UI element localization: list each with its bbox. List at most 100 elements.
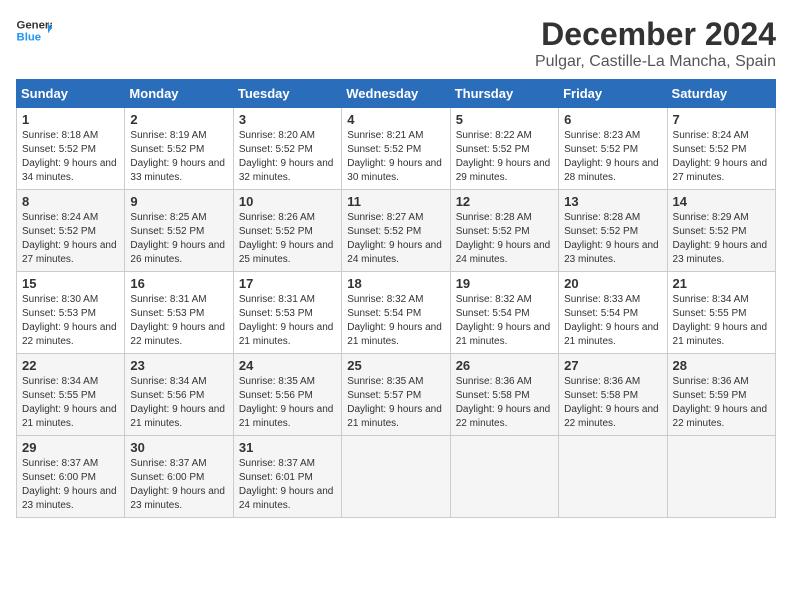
day-number: 8 [22, 194, 119, 209]
logo: General Blue [16, 16, 52, 44]
table-row: 21 Sunrise: 8:34 AMSunset: 5:55 PMDayligh… [667, 272, 775, 354]
col-saturday: Saturday [667, 80, 775, 108]
table-row: 17 Sunrise: 8:31 AMSunset: 5:53 PMDayligh… [233, 272, 341, 354]
day-number: 5 [456, 112, 553, 127]
table-row: 20Sunrise: 8:33 AMSunset: 5:54 PMDayligh… [559, 272, 667, 354]
table-row [559, 436, 667, 518]
table-row: 2 Sunrise: 8:19 AMSunset: 5:52 PMDaylight… [125, 108, 233, 190]
day-number: 17 [239, 276, 336, 291]
col-tuesday: Tuesday [233, 80, 341, 108]
day-number: 23 [130, 358, 227, 373]
day-number: 1 [22, 112, 119, 127]
day-info: Sunrise: 8:27 AMSunset: 5:52 PMDaylight:… [347, 211, 444, 267]
table-row [450, 436, 558, 518]
table-row: 30 Sunrise: 8:37 AMSunset: 6:00 PMDayligh… [125, 436, 233, 518]
table-row: 12 Sunrise: 8:28 AMSunset: 5:52 PMDayligh… [450, 190, 558, 272]
day-info: Sunrise: 8:34 AMSunset: 5:55 PMDaylight:… [673, 293, 770, 349]
calendar-week-row: 8 Sunrise: 8:24 AMSunset: 5:52 PMDaylight… [17, 190, 776, 272]
day-info: Sunrise: 8:35 AMSunset: 5:56 PMDaylight:… [239, 375, 336, 431]
table-row: 13 Sunrise: 8:28 AMSunset: 5:52 PMDayligh… [559, 190, 667, 272]
day-info: Sunrise: 8:20 AMSunset: 5:52 PMDaylight:… [239, 129, 336, 185]
day-info: Sunrise: 8:35 AMSunset: 5:57 PMDaylight:… [347, 375, 444, 431]
day-number: 16 [130, 276, 227, 291]
table-row: 1 Sunrise: 8:18 AMSunset: 5:52 PMDaylight… [17, 108, 125, 190]
table-row: 6Sunrise: 8:23 AMSunset: 5:52 PMDaylight… [559, 108, 667, 190]
calendar-table: Sunday Monday Tuesday Wednesday Thursday… [16, 79, 776, 518]
day-number: 18 [347, 276, 444, 291]
table-row: 29Sunrise: 8:37 AMSunset: 6:00 PMDayligh… [17, 436, 125, 518]
day-info: Sunrise: 8:24 AMSunset: 5:52 PMDaylight:… [673, 129, 770, 185]
day-info: Sunrise: 8:34 AMSunset: 5:55 PMDaylight:… [22, 375, 119, 431]
day-info: Sunrise: 8:25 AMSunset: 5:52 PMDaylight:… [130, 211, 227, 267]
table-row: 14Sunrise: 8:29 AMSunset: 5:52 PMDayligh… [667, 190, 775, 272]
day-info: Sunrise: 8:37 AMSunset: 6:00 PMDaylight:… [130, 457, 227, 513]
table-row: 15 Sunrise: 8:30 AMSunset: 5:53 PMDayligh… [17, 272, 125, 354]
table-row: 23 Sunrise: 8:34 AMSunset: 5:56 PMDayligh… [125, 354, 233, 436]
day-number: 21 [673, 276, 770, 291]
day-info: Sunrise: 8:21 AMSunset: 5:52 PMDaylight:… [347, 129, 444, 185]
table-row: 11 Sunrise: 8:27 AMSunset: 5:52 PMDayligh… [342, 190, 450, 272]
day-number: 4 [347, 112, 444, 127]
day-number: 3 [239, 112, 336, 127]
table-row: 24 Sunrise: 8:35 AMSunset: 5:56 PMDayligh… [233, 354, 341, 436]
day-info: Sunrise: 8:33 AMSunset: 5:54 PMDaylight:… [564, 293, 661, 349]
table-row: 4 Sunrise: 8:21 AMSunset: 5:52 PMDaylight… [342, 108, 450, 190]
day-info: Sunrise: 8:24 AMSunset: 5:52 PMDaylight:… [22, 211, 119, 267]
table-row: 8 Sunrise: 8:24 AMSunset: 5:52 PMDaylight… [17, 190, 125, 272]
day-info: Sunrise: 8:19 AMSunset: 5:52 PMDaylight:… [130, 129, 227, 185]
day-info: Sunrise: 8:32 AMSunset: 5:54 PMDaylight:… [456, 293, 553, 349]
day-number: 24 [239, 358, 336, 373]
day-number: 31 [239, 440, 336, 455]
logo-icon: General Blue [16, 16, 52, 44]
table-row: 28 Sunrise: 8:36 AMSunset: 5:59 PMDayligh… [667, 354, 775, 436]
table-row: 16 Sunrise: 8:31 AMSunset: 5:53 PMDayligh… [125, 272, 233, 354]
svg-text:Blue: Blue [17, 32, 42, 44]
day-info: Sunrise: 8:37 AMSunset: 6:01 PMDaylight:… [239, 457, 336, 513]
table-row: 22 Sunrise: 8:34 AMSunset: 5:55 PMDayligh… [17, 354, 125, 436]
day-number: 10 [239, 194, 336, 209]
day-number: 2 [130, 112, 227, 127]
day-number: 30 [130, 440, 227, 455]
day-info: Sunrise: 8:31 AMSunset: 5:53 PMDaylight:… [130, 293, 227, 349]
day-number: 9 [130, 194, 227, 209]
day-number: 26 [456, 358, 553, 373]
day-info: Sunrise: 8:34 AMSunset: 5:56 PMDaylight:… [130, 375, 227, 431]
day-info: Sunrise: 8:36 AMSunset: 5:58 PMDaylight:… [456, 375, 553, 431]
table-row: 18 Sunrise: 8:32 AMSunset: 5:54 PMDayligh… [342, 272, 450, 354]
day-info: Sunrise: 8:32 AMSunset: 5:54 PMDaylight:… [347, 293, 444, 349]
day-number: 29 [22, 440, 119, 455]
day-number: 13 [564, 194, 661, 209]
day-info: Sunrise: 8:36 AMSunset: 5:58 PMDaylight:… [564, 375, 661, 431]
day-info: Sunrise: 8:18 AMSunset: 5:52 PMDaylight:… [22, 129, 119, 185]
calendar-header-row: Sunday Monday Tuesday Wednesday Thursday… [17, 80, 776, 108]
day-number: 11 [347, 194, 444, 209]
day-info: Sunrise: 8:28 AMSunset: 5:52 PMDaylight:… [564, 211, 661, 267]
table-row: 27Sunrise: 8:36 AMSunset: 5:58 PMDayligh… [559, 354, 667, 436]
calendar-week-row: 22 Sunrise: 8:34 AMSunset: 5:55 PMDayligh… [17, 354, 776, 436]
day-info: Sunrise: 8:28 AMSunset: 5:52 PMDaylight:… [456, 211, 553, 267]
day-info: Sunrise: 8:36 AMSunset: 5:59 PMDaylight:… [673, 375, 770, 431]
page-title: December 2024 [535, 16, 776, 53]
svg-text:General: General [17, 19, 53, 31]
day-info: Sunrise: 8:26 AMSunset: 5:52 PMDaylight:… [239, 211, 336, 267]
day-number: 15 [22, 276, 119, 291]
day-number: 6 [564, 112, 661, 127]
day-number: 7 [673, 112, 770, 127]
day-number: 28 [673, 358, 770, 373]
table-row: 3 Sunrise: 8:20 AMSunset: 5:52 PMDaylight… [233, 108, 341, 190]
table-row: 25Sunrise: 8:35 AMSunset: 5:57 PMDayligh… [342, 354, 450, 436]
day-number: 12 [456, 194, 553, 209]
day-info: Sunrise: 8:31 AMSunset: 5:53 PMDaylight:… [239, 293, 336, 349]
header: General Blue December 2024 Pulgar, Casti… [16, 16, 776, 71]
table-row: 19Sunrise: 8:32 AMSunset: 5:54 PMDayligh… [450, 272, 558, 354]
calendar-week-row: 29 Sunrise: 8:37 AMSunset: 6:00 PMDayligh… [17, 436, 776, 518]
table-row: 31 Sunrise: 8:37 AMSunset: 6:01 PMDayligh… [233, 436, 341, 518]
day-number: 22 [22, 358, 119, 373]
page-subtitle: Pulgar, Castille-La Mancha, Spain [535, 53, 776, 71]
table-row [667, 436, 775, 518]
day-info: Sunrise: 8:29 AMSunset: 5:52 PMDaylight:… [673, 211, 770, 267]
table-row: 7 Sunrise: 8:24 AMSunset: 5:52 PMDaylight… [667, 108, 775, 190]
day-info: Sunrise: 8:30 AMSunset: 5:53 PMDaylight:… [22, 293, 119, 349]
table-row [342, 436, 450, 518]
table-row: 10 Sunrise: 8:26 AMSunset: 5:52 PMDayligh… [233, 190, 341, 272]
